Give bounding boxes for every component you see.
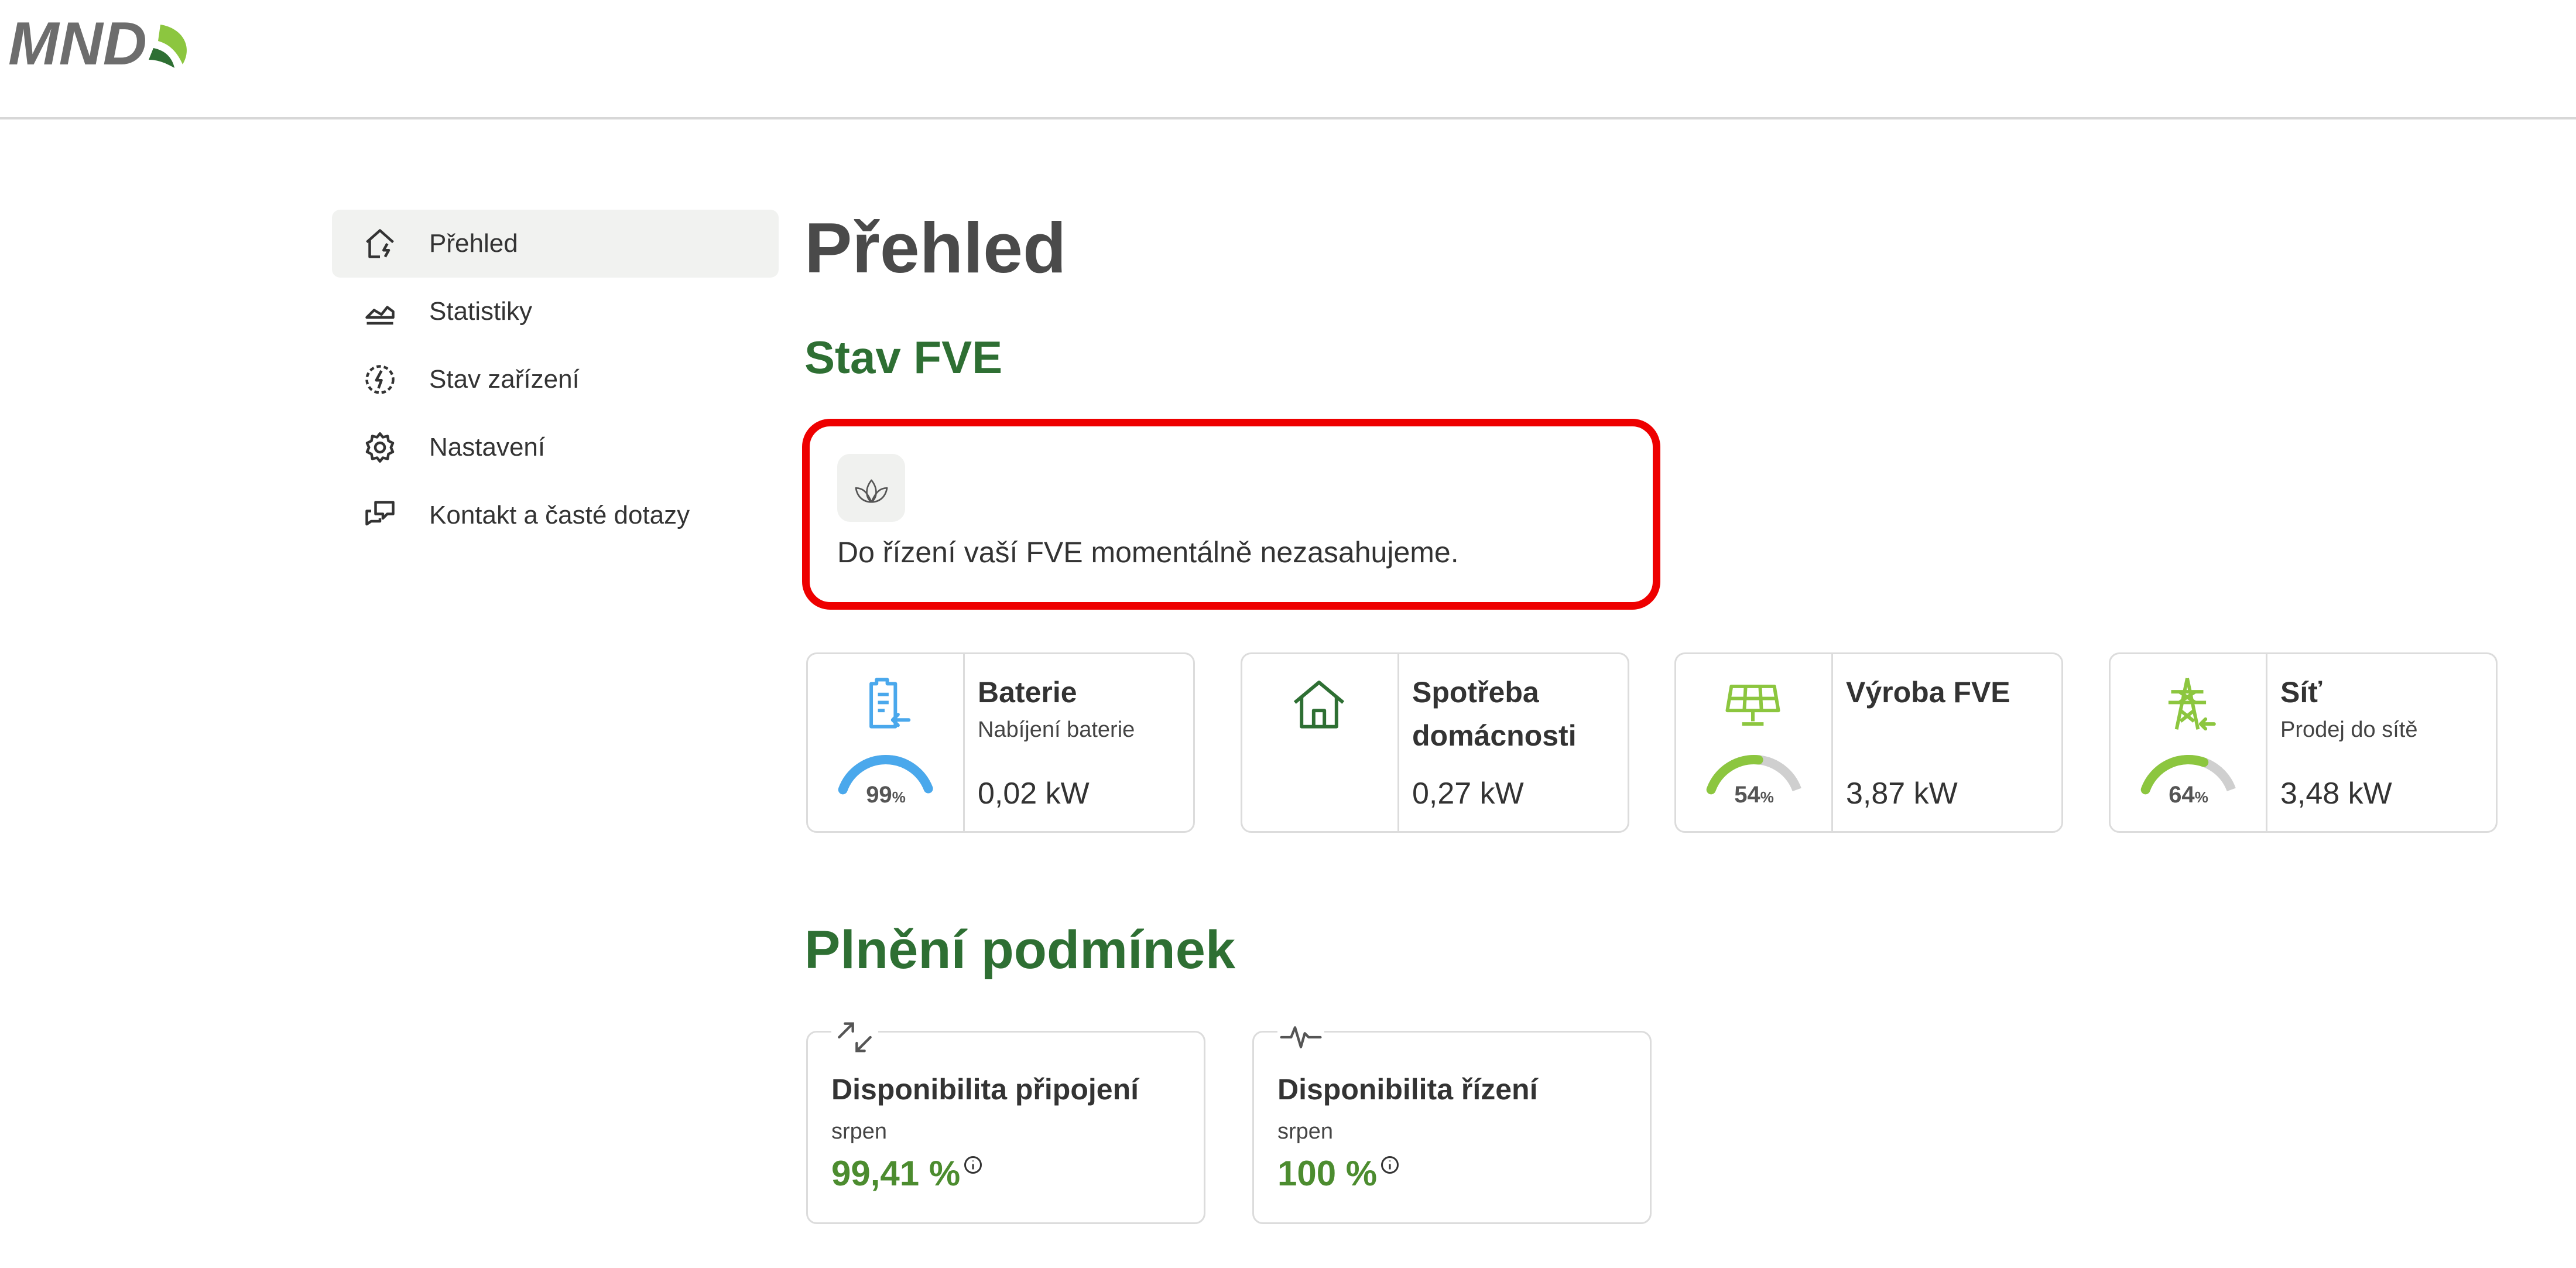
svg-text:MND: MND <box>8 12 147 76</box>
sidebar-item-nastaveni[interactable]: Nastavení <box>332 413 779 481</box>
mnd-logo-icon: MND <box>8 10 187 78</box>
sidebar-item-prehled[interactable]: Přehled <box>332 210 779 278</box>
solar-panel-icon <box>1725 684 1780 726</box>
card-disponibilita-pripojeni[interactable]: Disponibilita připojení srpen 99,41 % <box>806 1014 1205 1224</box>
sidebar-item-statistiky[interactable]: Statistiky <box>332 278 779 346</box>
card-title: Baterie <box>978 676 1077 709</box>
card-subtitle: Nabíjení baterie <box>978 717 1135 742</box>
card-divider <box>1397 654 1399 831</box>
card-value: 0,02 kW <box>978 777 1090 811</box>
card-sit[interactable]: 64% Síť Prodej do sítě 3,48 kW <box>2109 652 2498 833</box>
connection-arrows-icon <box>831 1014 878 1061</box>
sidebar-item-label: Přehled <box>429 229 518 258</box>
card-value: 99,41 % <box>831 1154 961 1193</box>
card-title: Disponibilita připojení <box>831 1073 1139 1106</box>
gauge-label: 54% <box>1734 782 1774 808</box>
card-title: Disponibilita řízení <box>1277 1073 1538 1106</box>
sidebar-item-label: Kontakt a časté dotazy <box>429 501 690 529</box>
card-value: 3,48 kW <box>2280 777 2392 811</box>
card-subtitle: Prodej do sítě <box>2280 717 2418 742</box>
device-status-icon <box>365 365 395 394</box>
sidebar-item-label: Stav zařízení <box>429 365 580 394</box>
status-message: Do řízení vaší FVE momentálně nezasahuje… <box>837 536 1459 569</box>
card-divider <box>1831 654 1833 831</box>
card-subtitle: srpen <box>1277 1119 1334 1144</box>
gauge-label: 99% <box>866 782 906 808</box>
card-vyroba-fve[interactable]: 54% Výroba FVE 3,87 kW <box>1674 652 2063 833</box>
gauge-label: 64% <box>2169 782 2208 808</box>
card-spotreba-domacnosti[interactable]: Spotřeba domácnosti 0,27 kW <box>1241 652 1629 833</box>
card-value: 3,87 kW <box>1846 777 1958 811</box>
info-icon[interactable] <box>1379 1154 1400 1175</box>
card-divider <box>963 654 965 831</box>
pulse-icon <box>1277 1014 1324 1061</box>
section-title-stav-fve: Stav FVE <box>804 331 1003 383</box>
card-title: Výroba FVE <box>1846 676 2010 709</box>
card-title: Spotřeba domácnosti <box>1412 676 1577 752</box>
card-divider <box>2266 654 2267 831</box>
sidebar-item-label: Nastavení <box>429 433 546 462</box>
card-disponibilita-rizeni[interactable]: Disponibilita řízení srpen 100 % <box>1252 1014 1652 1224</box>
card-value: 0,27 kW <box>1412 777 1524 811</box>
status-highlight-box <box>802 419 1660 610</box>
sidebar-item-stav-zarizeni[interactable]: Stav zařízení <box>332 346 779 413</box>
card-title: Síť <box>2280 676 2322 709</box>
gear-icon <box>365 432 395 463</box>
sidebar-item-kontakt[interactable]: Kontakt a časté dotazy <box>332 481 779 549</box>
power-pylon-icon <box>2168 678 2216 731</box>
battery-charging-icon <box>869 678 911 729</box>
chat-bubbles-icon <box>365 501 395 526</box>
card-baterie[interactable]: 99% Baterie Nabíjení baterie 0,02 kW <box>806 652 1195 833</box>
info-icon[interactable] <box>962 1154 984 1175</box>
card-subtitle: srpen <box>831 1119 888 1144</box>
header-divider <box>0 117 2576 119</box>
status-icon-container <box>837 454 905 522</box>
page-title: Přehled <box>804 208 1067 288</box>
section-title-plneni-podminek: Plnění podmínek <box>804 920 1236 980</box>
area-chart-icon <box>365 306 395 325</box>
leaf-icon <box>855 479 888 503</box>
card-value: 100 % <box>1277 1154 1378 1193</box>
house-icon <box>1293 681 1345 729</box>
sidebar-item-label: Statistiky <box>429 297 533 326</box>
mnd-logo[interactable]: MND <box>7 10 194 78</box>
home-bolt-icon <box>366 229 394 258</box>
